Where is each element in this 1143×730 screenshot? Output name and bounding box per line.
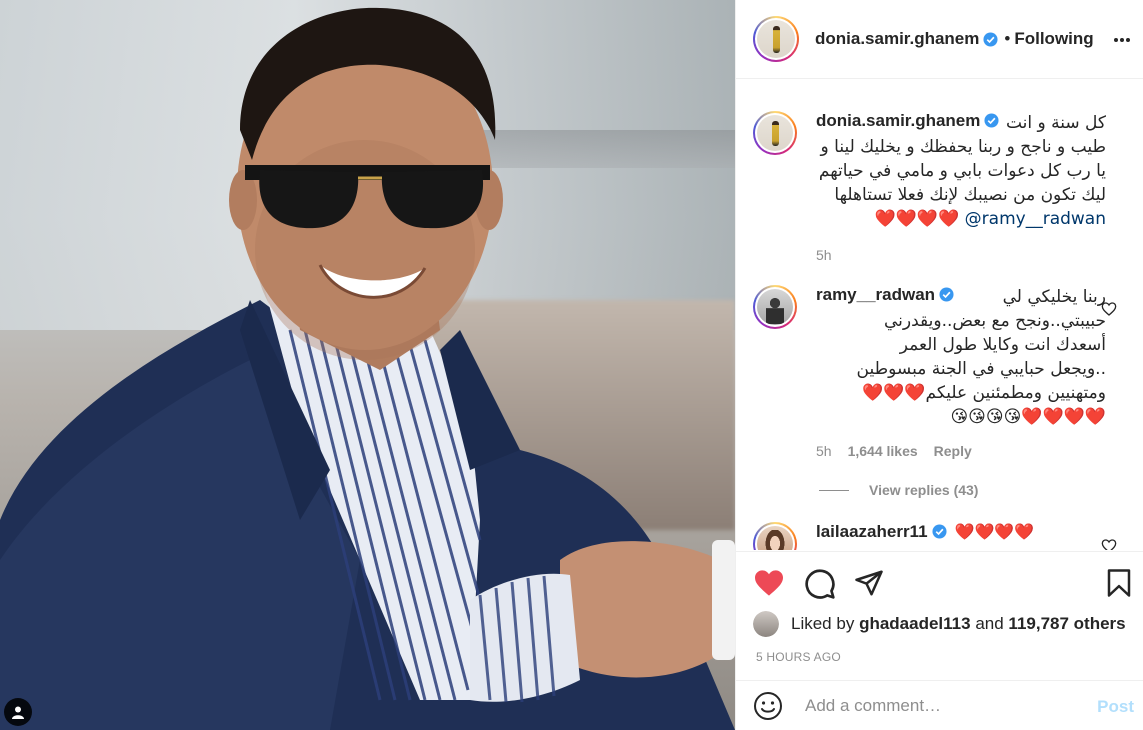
verified-badge-icon <box>939 287 954 302</box>
like-heart-icon[interactable] <box>753 567 785 599</box>
heart-emojis: ❤️❤️❤️❤️ <box>874 209 960 229</box>
author-username[interactable]: donia.samir.ghanem <box>815 29 979 49</box>
liked-by-label: Liked by <box>791 614 855 633</box>
comment-text: طيب و ناجح و ربنا يحفظك و يخليك لينا و <box>820 137 1106 157</box>
verified-badge-icon <box>983 31 998 47</box>
commenter-avatar[interactable] <box>753 522 797 550</box>
comment-text: ومتهنيين ومطمئنين عليكم❤️❤️❤️ <box>862 383 1106 403</box>
comment-item: laila­azaherr11 ❤️❤️❤️❤️ <box>753 522 1133 550</box>
post-header: donia.samir.ghanem • Following <box>736 0 1143 79</box>
more-options-icon[interactable] <box>1112 30 1132 50</box>
author-avatar[interactable] <box>753 16 799 62</box>
commenter-avatar[interactable] <box>753 285 797 329</box>
post-photo[interactable] <box>0 0 735 730</box>
view-replies-button[interactable]: View replies (43) <box>819 482 978 498</box>
header-separator: • <box>1004 29 1011 48</box>
comment-text: كل سنة و انت <box>1005 113 1106 133</box>
add-comment-bar: Post <box>736 680 1143 730</box>
comment-icon[interactable] <box>804 568 836 600</box>
comment-text: ليك تكون من نصيبك لإنك فعلا تستاهلها <box>834 185 1106 205</box>
comment-like-heart-icon[interactable] <box>1101 301 1117 317</box>
comment-time[interactable]: 5h <box>816 247 832 263</box>
comment-time[interactable]: 5h <box>816 443 832 459</box>
emoji-icon[interactable] <box>753 691 783 721</box>
post-actions: Liked by ghadaadel113 and 119,787 others… <box>736 551 1143 671</box>
liker-avatar[interactable] <box>753 611 779 637</box>
liker-username[interactable]: ghadaadel113 <box>859 614 971 634</box>
comment-item: ramy__radwan ربنا يخليكي لي حبيبتي..ونجح… <box>753 285 1133 459</box>
comment-text: يا رب كل دعوات بابي و مامي في حياتهم <box>818 161 1106 181</box>
comment-text: حبيبتي..ونجح مع بعض..ويقدرني <box>884 311 1106 331</box>
likes-others-count[interactable]: 119,787 others <box>1008 614 1125 634</box>
photo-subject <box>0 7 735 730</box>
comment-text: ..ويجعل حبايبي في الجنة مبسوطين <box>856 359 1106 379</box>
reply-button[interactable]: Reply <box>934 443 972 459</box>
share-icon[interactable] <box>854 568 884 598</box>
comment-username[interactable]: donia.samir.ghanem <box>816 111 999 131</box>
comment-text: أسعدك انت وكايلا طول العمر <box>899 335 1106 355</box>
post-comment-button[interactable]: Post <box>1097 697 1134 717</box>
comment-like-heart-icon[interactable] <box>1101 538 1117 550</box>
liked-by-joiner: and <box>975 614 1004 633</box>
comment-username[interactable]: ramy__radwan <box>816 285 954 305</box>
author-avatar[interactable] <box>753 111 797 155</box>
comment-text: ❤️❤️❤️❤️ <box>954 524 1035 541</box>
user-tag-icon[interactable] <box>4 698 32 726</box>
comment-text: ❤️❤️❤️❤️😘😘😘😘 <box>950 407 1106 427</box>
post-side-panel: donia.samir.ghanem • Following donia.sam… <box>735 0 1143 730</box>
verified-badge-icon <box>984 113 999 128</box>
liked-by-summary[interactable]: Liked by ghadaadel113 and 119,787 others <box>753 611 1126 637</box>
post-timestamp[interactable]: 5 HOURS AGO <box>756 650 841 664</box>
comments-list[interactable]: donia.samir.ghanem كل سنة و انت طيب و نا… <box>736 80 1143 550</box>
verified-badge-icon <box>932 524 947 539</box>
caption: donia.samir.ghanem كل سنة و انت طيب و نا… <box>753 111 1133 263</box>
save-bookmark-icon[interactable] <box>1104 567 1134 599</box>
following-button[interactable]: Following <box>1014 29 1093 49</box>
comment-like-count[interactable]: 1,644 likes <box>848 443 918 459</box>
mention-link[interactable]: @ramy__radwan <box>965 209 1106 229</box>
comment-username[interactable]: laila­azaherr11 <box>816 522 947 542</box>
comment-input[interactable] <box>805 695 1075 716</box>
comment-text: ربنا يخليكي لي <box>1002 287 1106 307</box>
